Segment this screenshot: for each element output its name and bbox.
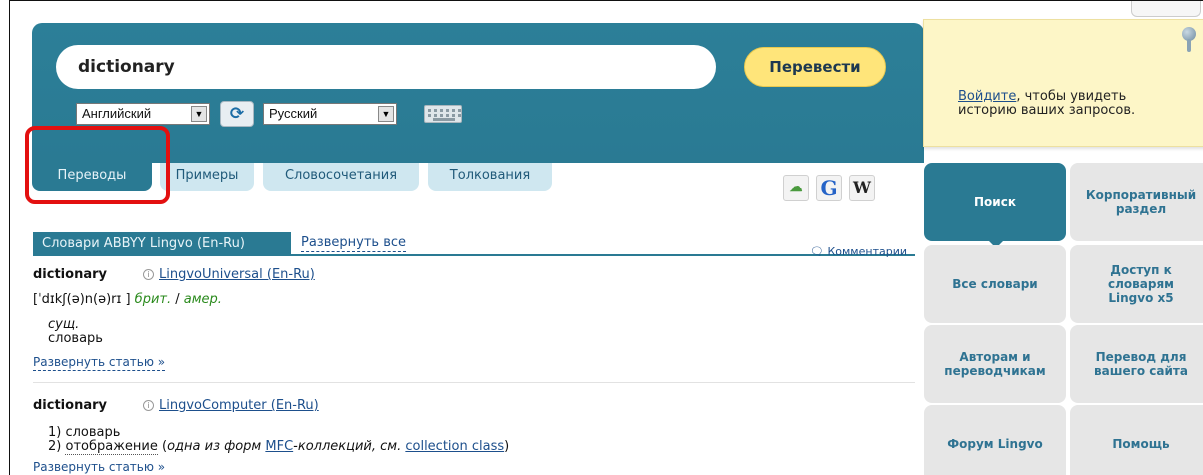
pin-icon [1180, 27, 1198, 53]
tab-definitions[interactable]: Толкования [428, 163, 552, 191]
chevron-down-icon[interactable]: ▼ [191, 106, 207, 122]
menu-help[interactable]: Помощь [1070, 405, 1203, 475]
transcription: [ˈdɪkʃ(ə)n(ə)rɪ ] брит. / амер. [33, 292, 222, 307]
login-note: Войдите, чтобы увидеть историю ваших зап… [923, 19, 1203, 147]
tab-examples[interactable]: Примеры [160, 163, 254, 191]
menu-label: Форум Lingvo [947, 437, 1043, 451]
menu-label: Поиск [974, 195, 1016, 209]
expand-article-link[interactable]: Развернуть статью » [33, 460, 165, 475]
meaning-open-paren: ( [157, 439, 168, 454]
meaning-line-1: 1) словарь [48, 425, 121, 440]
menu-label: Перевод для вашего сайта [1094, 350, 1188, 378]
part-of-speech: сущ. [48, 317, 80, 332]
meaning-note-cont: -коллекций, см. [293, 439, 406, 454]
menu-site-translation[interactable]: Перевод для вашего сайта [1070, 325, 1203, 403]
target-language-value: Русский [269, 106, 318, 121]
keyboard-icon[interactable] [424, 105, 462, 123]
chevron-down-icon[interactable]: ▼ [378, 106, 394, 122]
meaning-note: одна из форм [167, 439, 266, 454]
menu-corporate[interactable]: Корпоративный раздел [1070, 163, 1203, 241]
tab-translations[interactable]: Переводы [32, 163, 152, 191]
google-icon[interactable]: G [816, 175, 842, 201]
mfc-link[interactable]: MFC [265, 439, 293, 454]
divider [33, 382, 915, 383]
info-icon: i [143, 269, 154, 280]
menu-label: Корпоративный раздел [1085, 188, 1197, 216]
source-language-value: Английский [82, 106, 152, 121]
collection-class-link[interactable]: collection class [405, 439, 504, 454]
meaning-number: 2) [48, 439, 66, 454]
speech-bubble-icon[interactable]: ☁ [783, 175, 809, 201]
translate-button[interactable]: Перевести [744, 47, 886, 87]
menu-label: Все словари [952, 277, 1038, 291]
expand-article-link[interactable]: Развернуть статью » [33, 355, 166, 371]
comments-label: Комментарии [827, 245, 907, 258]
search-panel: dictionary Перевести Английский ▼ ⟳ Русс… [32, 23, 924, 163]
meaning-close-paren: ) [504, 439, 510, 454]
menu-label: Авторам и переводчикам [944, 350, 1046, 378]
target-language-select[interactable]: Русский ▼ [263, 103, 397, 125]
dictionary-source-link[interactable]: i LingvoUniversal (En-Ru) [143, 267, 315, 282]
tab-collocations[interactable]: Словосочетания [263, 163, 419, 191]
dictionary-source-label[interactable]: LingvoComputer (En-Ru) [159, 398, 319, 413]
entry-word: dictionary [33, 267, 107, 282]
comment-icon: 🗨 [810, 245, 828, 258]
menu-search[interactable]: Поиск [924, 163, 1066, 248]
wikipedia-icon[interactable]: W [849, 175, 875, 201]
menu-label: Помощь [1112, 437, 1170, 451]
login-note-text: Войдите, чтобы увидеть историю ваших зап… [958, 90, 1188, 118]
menu-authors[interactable]: Авторам и переводчикам [924, 325, 1066, 403]
menu-label: Доступ к словарям Lingvo x5 [1108, 263, 1174, 305]
source-language-select[interactable]: Английский ▼ [76, 103, 210, 125]
meaning-term[interactable]: отображение [65, 439, 158, 455]
menu-lingvo-x5[interactable]: Доступ к словарям Lingvo x5 [1070, 245, 1203, 323]
region-british: брит. [134, 292, 172, 307]
meaning-line-2: 2) отображение (одна из форм MFC-коллекц… [48, 439, 510, 455]
comments-link[interactable]: 🗨 Комментарии [810, 245, 907, 258]
translation-text: словарь [48, 331, 103, 346]
info-icon: i [143, 400, 154, 411]
entry-word: dictionary [33, 398, 107, 413]
search-input[interactable]: dictionary [56, 45, 716, 89]
region-separator: / [175, 292, 180, 307]
dictionary-source-label[interactable]: LingvoUniversal (En-Ru) [159, 267, 315, 282]
dictionary-source-link[interactable]: i LingvoComputer (En-Ru) [143, 398, 319, 413]
swap-languages-button[interactable]: ⟳ [220, 101, 254, 127]
login-link[interactable]: Войдите [958, 89, 1016, 104]
dictionary-tab[interactable]: Словари ABBYY Lingvo (En-Ru) [33, 232, 291, 256]
top-right-tab[interactable] [1131, 1, 1201, 17]
menu-all-dictionaries[interactable]: Все словари [924, 245, 1066, 323]
expand-all-link[interactable]: Развернуть все [301, 234, 406, 252]
transcription-text: [ˈdɪkʃ(ə)n(ə)rɪ ] [33, 292, 131, 307]
page-frame: dictionary Перевести Английский ▼ ⟳ Русс… [9, 0, 1203, 475]
region-american: амер. [183, 292, 222, 307]
dictionary-header: Словари ABBYY Lingvo (En-Ru) Развернуть … [33, 232, 915, 256]
menu-forum[interactable]: Форум Lingvo [924, 405, 1066, 475]
